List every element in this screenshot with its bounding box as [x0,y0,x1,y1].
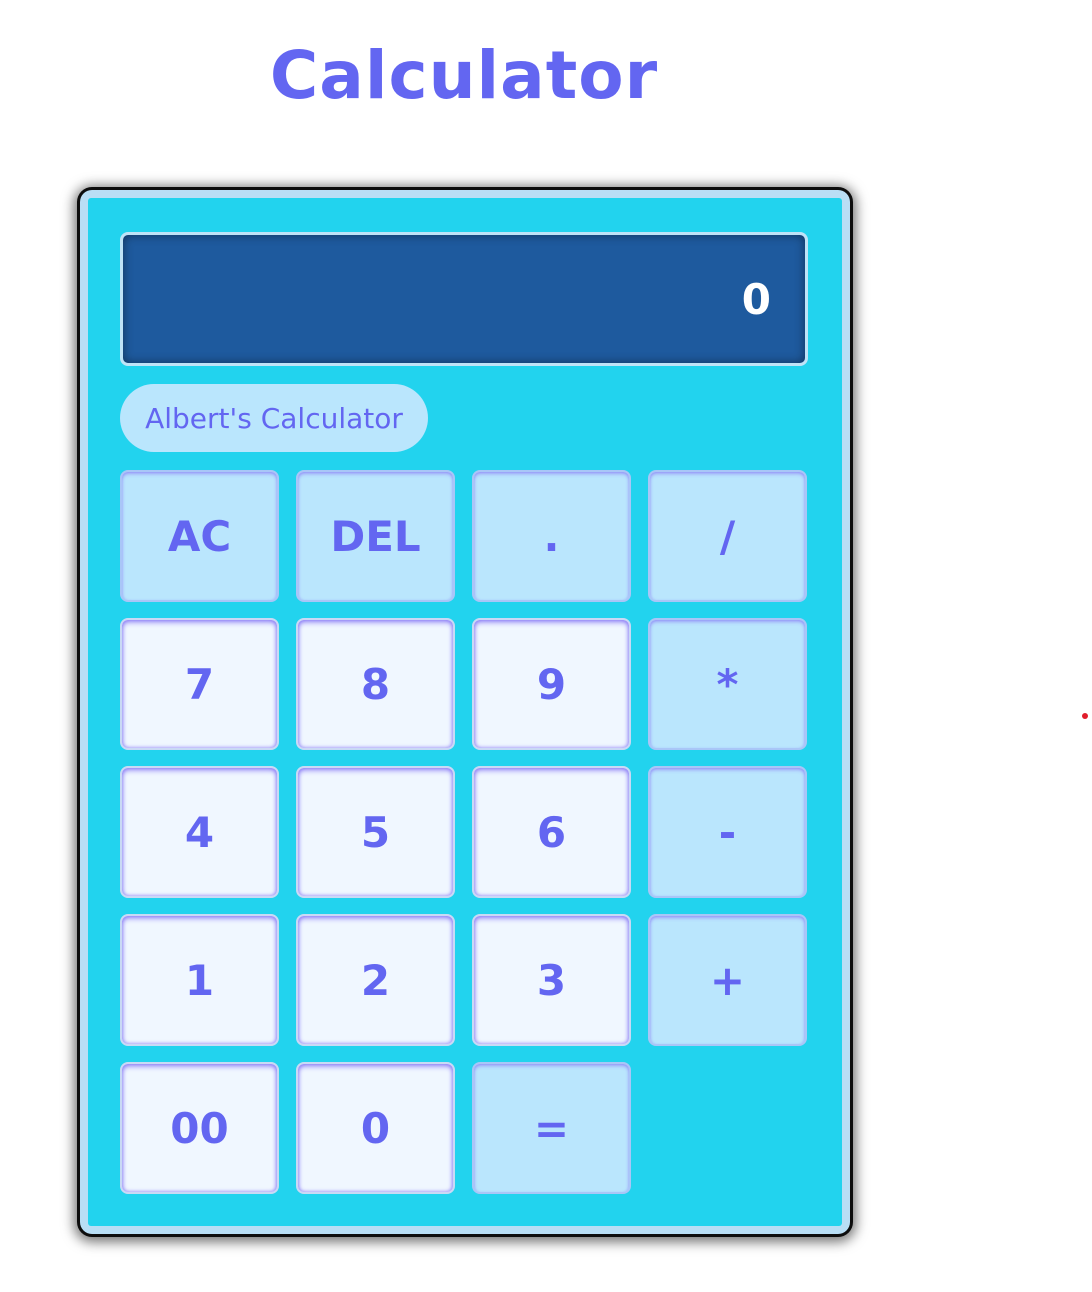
subtract-button[interactable]: - [648,766,807,898]
stray-dot [1082,713,1088,719]
calculator-body: 0 Albert's Calculator AC DEL./ 7 8 9 * 4 5 6- 1 2 3… [88,198,842,1226]
digit-3-button[interactable]: 3 [472,914,631,1046]
delete-button[interactable]: DEL [296,470,455,602]
digit-8-button[interactable]: 8 [296,618,455,750]
brand-label: Albert's Calculator [120,384,428,452]
equals-button[interactable]: = [472,1062,631,1194]
keypad: AC DEL./7 8 9 * 4 5 6-1 2 3 +00 0 = [120,470,808,1194]
double-zero-button[interactable]: 00 [120,1062,279,1194]
digit-4-button[interactable]: 4 [120,766,279,898]
add-button[interactable]: + [648,914,807,1046]
multiply-button[interactable]: * [648,618,807,750]
calculator-display: 0 [120,232,808,366]
digit-7-button[interactable]: 7 [120,618,279,750]
digit-2-button[interactable]: 2 [296,914,455,1046]
display-value: 0 [741,274,771,324]
digit-6-button[interactable]: 6 [472,766,631,898]
divide-button[interactable]: / [648,470,807,602]
digit-9-button[interactable]: 9 [472,618,631,750]
calculator: 0 Albert's Calculator AC DEL./ 7 8 9 * 4 5 6- 1 2 3… [80,190,850,1234]
digit-5-button[interactable]: 5 [296,766,455,898]
digit-1-button[interactable]: 1 [120,914,279,1046]
digit-0-button[interactable]: 0 [296,1062,455,1194]
page-title: Calculator [269,37,659,114]
decimal-button[interactable]: . [472,470,631,602]
all-clear-button[interactable]: AC [120,470,279,602]
